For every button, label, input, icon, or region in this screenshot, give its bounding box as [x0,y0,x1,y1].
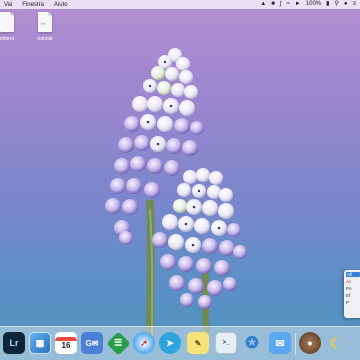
vscode-icon: ✪ [245,335,259,352]
notification-line: Ac [346,279,352,284]
wax-seal-icon: ● [299,332,321,354]
dock-item-calendar[interactable]: 16 [54,331,78,355]
dock-item-sheets[interactable]: ☰ [105,330,131,356]
calendar-icon: 16 [55,332,77,354]
wifi-icon[interactable]: ≈ [287,0,290,9]
terminal-icon: >_ [215,332,237,354]
notification-line: Ef [346,293,351,298]
desktop-file-mbers[interactable]: mbers [0,12,24,42]
menu-vai[interactable]: Vai [4,2,12,8]
banana-icon: ☾ [329,334,343,351]
notification-line: P [346,300,350,305]
gmail-icon: G✉ [81,332,103,354]
notes-icon: ✎ [187,332,209,354]
sheets-icon: ☰ [105,330,131,356]
dock-item-gmail[interactable]: G✉ [80,331,104,355]
dock-item-banana[interactable]: ☾ [324,331,348,355]
menu-finestra[interactable]: Finestra [22,2,44,8]
notification-line: Po [346,286,352,291]
battery-icon[interactable]: ▮ [326,0,329,9]
dock-item-telegram[interactable]: ➤ [158,331,182,355]
calendar-day: 16 [61,340,71,350]
dock-item-terminal[interactable]: >_ [214,331,238,355]
dock-item-vscode[interactable]: ✪ [240,331,264,355]
dock-divider [295,333,296,355]
dock-item-seal[interactable]: ● [298,331,322,355]
safari-icon: ➚ [133,332,155,354]
dock-item-mail[interactable]: ✉ [268,331,292,355]
dock-item-safari[interactable]: ➚ [132,331,156,355]
notification-line: All [346,272,360,277]
search-icon[interactable]: ⚲ [334,0,338,9]
bluetooth-icon[interactable]: ∫ [280,0,282,9]
battery-percentage[interactable]: 100% [306,0,321,9]
notification-card[interactable]: All Ac Po Ef P [344,270,360,318]
dock-item-notes[interactable]: ✎ [186,331,210,355]
menu-bar: Vai Finestra Aiuto ▲ ■ ∫ ≈ ► 100% ▮ ⚲ ● … [0,0,360,9]
wallpaper-flower [105,48,247,341]
document-icon: TXT [38,12,52,32]
siri-icon[interactable]: ● [344,0,348,9]
upload-icon[interactable]: ▲ [260,0,266,9]
dock-item-lightroom[interactable]: Lr [2,331,26,355]
lightroom-icon: Lr [3,332,25,354]
desktop-file-tutorial[interactable]: TXT tutorial [28,12,62,42]
desktop-file-label: mbers [0,36,14,42]
dock: Lr ▦ 16 G✉ ☰ ➚ ➤ ✎ >_ ✪ ✉ ◐ ● ☾ [0,326,360,360]
finder-icon[interactable]: ■ [271,0,275,9]
telegram-icon: ➤ [159,332,181,354]
volume-icon[interactable]: ► [295,0,301,9]
windows-icon: ▦ [29,332,51,354]
desktop-file-label: tutorial [37,36,53,42]
dock-item-windows[interactable]: ▦ [28,331,52,355]
document-icon [0,12,14,32]
menu-aiuto[interactable]: Aiuto [54,2,68,8]
mail-icon: ✉ [269,332,291,354]
list-icon[interactable]: ≡ [352,0,356,9]
